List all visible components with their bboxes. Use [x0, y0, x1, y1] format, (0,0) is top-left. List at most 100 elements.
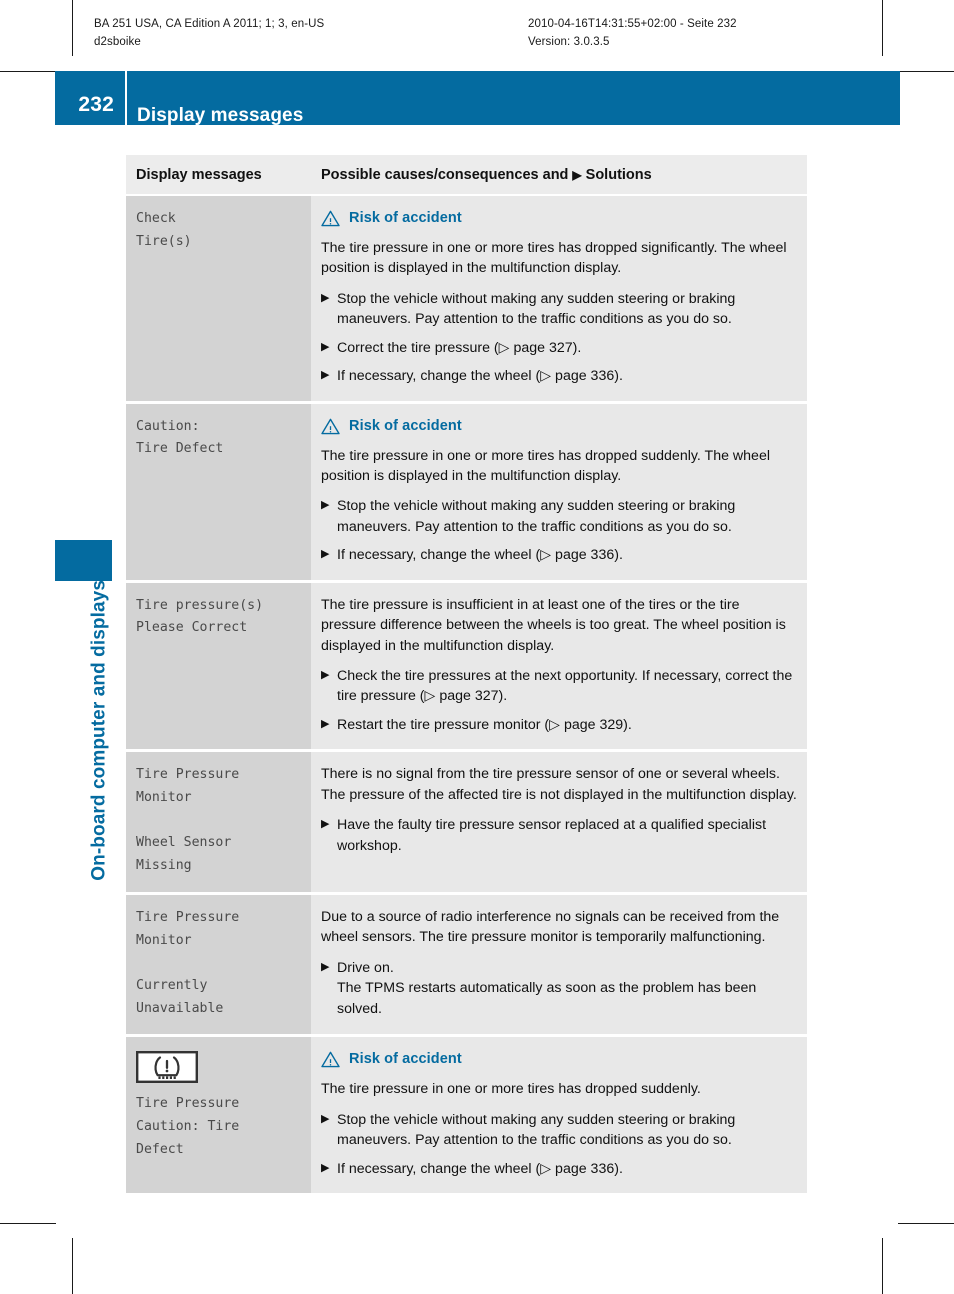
cause-paragraph: The tire pressure is insufficient in at … [321, 596, 786, 654]
solution-step: ▶ If necessary, change the wheel (▷ page … [321, 1159, 797, 1179]
crop-mark-top-right-horizontal [898, 71, 954, 72]
table-row: Caution: Tire Defect Risk of accident The … [126, 403, 807, 583]
cause-paragraph: The tire pressure in one or more tires h… [321, 1081, 701, 1098]
solution-step-text: If necessary, change the wheel (▷ page 3… [337, 1160, 623, 1177]
display-message-cell: Tire Pressure Caution: Tire Defect [126, 1037, 311, 1193]
crop-mark-bottom-right-horizontal [898, 1223, 954, 1224]
crop-mark-bottom-right-vertical [882, 1238, 883, 1294]
crop-mark-top-left-horizontal [0, 71, 56, 72]
step-bullet-icon: ▶ [321, 340, 330, 353]
solution-step-text: Stop the vehicle without making any sudd… [337, 290, 736, 328]
tire-pressure-warning-telltale-icon [136, 1051, 198, 1084]
causes-solutions-cell: Due to a source of radio interference no… [311, 894, 807, 1035]
display-message-text: Tire Pressure Monitor Currently Unavaila… [136, 909, 240, 1016]
solution-step-text: Restart the tire pressure monitor (▷ pag… [337, 716, 632, 733]
print-meta-user: d2sboike [94, 35, 141, 48]
chapter-rail-label: On-board computer and displays [89, 580, 110, 881]
crop-mark-bottom-left-horizontal [0, 1223, 56, 1224]
display-message-cell: Caution: Tire Defect [126, 403, 311, 580]
solution-step-text: Have the faulty tire pressure sensor rep… [337, 817, 767, 854]
solution-step: ▶ If necessary, change the wheel (▷ page … [321, 366, 797, 386]
display-message-text: Caution: Tire Defect [136, 418, 224, 457]
causes-solutions-cell: The tire pressure is insufficient in at … [311, 582, 807, 750]
display-message-cell: Tire Pressure Monitor Currently Unavaila… [126, 894, 311, 1035]
risk-warning: Risk of accident [321, 1049, 797, 1070]
solution-steps: ▶ Have the faulty tire pressure sensor re… [321, 815, 797, 856]
print-meta-left: BA 251 USA, CA Edition A 2011; 1; 3, en-… [94, 16, 324, 52]
table-row: Tire Pressure Monitor Wheel Sensor Missi… [126, 752, 807, 895]
solution-step-text: Correct the tire pressure (▷ page 327). [337, 339, 582, 356]
step-bullet-icon: ▶ [321, 499, 330, 512]
step-bullet-icon: ▶ [321, 1161, 330, 1174]
solution-step: ▶ Stop the vehicle without making any sud… [321, 1110, 797, 1151]
causes-solutions-cell: Risk of accident The tire pressure in one… [311, 1037, 807, 1193]
warning-triangle-icon [321, 1051, 340, 1068]
display-message-text: Tire Pressure Caution: Tire Defect [136, 1096, 240, 1157]
table-row: Tire Pressure Monitor Currently Unavaila… [126, 894, 807, 1038]
table-row: Tire Pressure Caution: Tire Defect Risk o… [126, 1037, 807, 1193]
column-header-causes-text: Possible causes/consequences and [321, 167, 569, 183]
warning-triangle-icon [321, 210, 340, 227]
solution-step-text: If necessary, change the wheel (▷ page 3… [337, 368, 623, 385]
table-row: Check Tire(s) Risk of accident The tire pr… [126, 196, 807, 404]
risk-warning-label: Risk of accident [349, 210, 462, 227]
step-bullet-icon: ▶ [321, 717, 330, 730]
solution-step: ▶ Have the faulty tire pressure sensor re… [321, 815, 797, 856]
solution-step: ▶ Correct the tire pressure (▷ page 327). [321, 338, 797, 358]
solution-step-text: Check the tire pressures at the next opp… [337, 668, 793, 705]
risk-warning-label: Risk of accident [349, 417, 462, 434]
causes-solutions-cell: There is no signal from the tire pressur… [311, 752, 807, 892]
print-meta-right: 2010-04-16T14:31:55+02:00 - Seite 232 Ve… [528, 16, 737, 52]
column-header-display-messages: Display messages [136, 167, 262, 183]
solution-step-text: Stop the vehicle without making any sudd… [337, 498, 736, 535]
page-header-banner: 232 Display messages [55, 71, 900, 125]
step-bullet-icon: ▶ [321, 669, 330, 681]
display-messages-table: Display messages Possible causes/consequ… [126, 155, 807, 1193]
step-bullet-icon: ▶ [321, 548, 330, 561]
solution-step: ▶ If necessary, change the wheel (▷ page … [321, 545, 797, 565]
display-message-cell: Tire pressure(s) Please Correct [126, 582, 311, 750]
solution-steps: ▶ Stop the vehicle without making any sud… [321, 1110, 797, 1179]
display-message-text: Tire Pressure Monitor Wheel Sensor Missi… [136, 767, 240, 874]
solution-steps: ▶ Stop the vehicle without making any sud… [321, 496, 797, 565]
display-message-cell: Tire Pressure Monitor Wheel Sensor Missi… [126, 752, 311, 892]
solution-step: ▶ Check the tire pressures at the next op… [321, 666, 797, 707]
column-header-causes-solutions: Possible causes/consequences and ▶ Solutio… [311, 155, 807, 195]
step-bullet-icon: ▶ [321, 291, 330, 304]
print-meta-timestamp: 2010-04-16T14:31:55+02:00 - Seite 232 [528, 18, 737, 30]
cause-paragraph: Due to a source of radio interference no… [321, 908, 780, 946]
cause-paragraph: There is no signal from the tire pressur… [321, 766, 797, 803]
cause-paragraph: The tire pressure in one or more tires h… [321, 240, 787, 277]
display-message-text: Tire pressure(s) Please Correct [136, 597, 264, 636]
crop-mark-bottom-left-vertical [72, 1238, 73, 1294]
display-message-cell: Check Tire(s) [126, 196, 311, 401]
risk-warning: Risk of accident [321, 416, 797, 437]
display-message-text: Check Tire(s) [136, 211, 192, 249]
crop-mark-top-left-vertical [72, 0, 73, 56]
cause-paragraph: The tire pressure in one or more tires h… [321, 447, 770, 484]
causes-solutions-cell: Risk of accident The tire pressure in one… [311, 403, 807, 580]
print-meta-document-id: BA 251 USA, CA Edition A 2011; 1; 3, en-… [94, 18, 325, 30]
solution-step: ▶ Stop the vehicle without making any sud… [321, 496, 797, 537]
step-bullet-icon: ▶ [321, 369, 330, 382]
solution-steps: ▶ Check the tire pressures at the next op… [321, 666, 797, 735]
solution-step: ▶ Drive on. The TPMS restarts automaticall… [321, 958, 797, 1019]
step-bullet-icon: ▶ [321, 818, 330, 831]
page-title: Display messages [137, 105, 304, 126]
step-bullet-icon: ▶ [321, 1112, 330, 1125]
table-header-row: Display messages Possible causes/consequ… [126, 155, 807, 197]
print-meta-version: Version: 3.0.3.5 [528, 35, 610, 48]
solution-step-text: Drive on. [337, 959, 394, 976]
risk-warning: Risk of accident [321, 208, 797, 229]
solution-step-note: The TPMS restarts automatically as soon … [337, 980, 757, 1017]
crop-mark-top-right-vertical [882, 0, 883, 56]
solution-step-text: If necessary, change the wheel (▷ page 3… [337, 547, 623, 564]
solution-step-text: Stop the vehicle without making any sudd… [337, 1111, 736, 1149]
solution-steps: ▶ Stop the vehicle without making any sud… [321, 289, 797, 387]
causes-solutions-cell: Risk of accident The tire pressure in one… [311, 196, 807, 401]
page-number: 232 [78, 93, 114, 116]
solution-step: ▶ Stop the vehicle without making any sud… [321, 289, 797, 330]
chapter-thumb-index-tab [55, 540, 112, 581]
solutions-marker-icon: ▶ [572, 168, 582, 182]
chapter-rail: On-board computer and displays [55, 150, 113, 881]
